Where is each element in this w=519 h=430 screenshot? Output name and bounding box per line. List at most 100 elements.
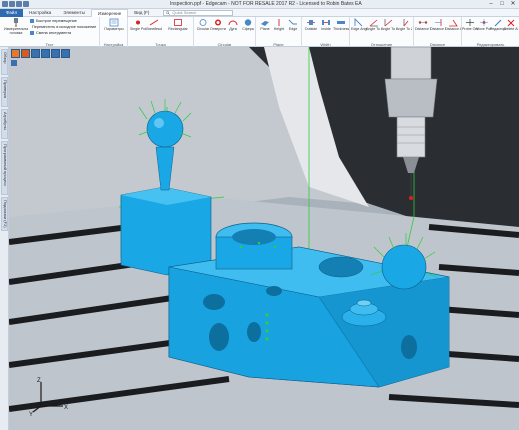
side-tab-program[interactable]: Программный процесс [1, 141, 8, 195]
quick-access-toolbar [2, 1, 29, 7]
view-side-toolbar [11, 60, 17, 66]
arc-button[interactable]: Дуга [225, 18, 241, 40]
close-button[interactable]: ✕ [509, 1, 517, 7]
side-tab-check[interactable]: Проверка [1, 77, 8, 107]
rectangular-label: Rectangular [168, 27, 188, 31]
ribbon-group-circular: Circular Отверстие Дуга Сфера Circular [194, 17, 256, 47]
save-icon[interactable] [9, 1, 15, 7]
delete-all-label: Delete All [504, 27, 518, 31]
circular-icon [199, 19, 207, 26]
sphere-icon [244, 19, 252, 26]
side-panel-strip: Обзор Проверка Атрибуты Программный проц… [0, 47, 9, 430]
hole-button[interactable]: Отверстие [210, 18, 226, 40]
rapid-move-icon [30, 19, 34, 23]
maximize-button[interactable]: □ [498, 1, 506, 7]
angle-x-button[interactable]: Angle To X Axis [366, 18, 382, 40]
angle-z-label: Angle To Z Axis [396, 27, 412, 31]
view-iso-icon[interactable] [41, 49, 50, 58]
probe-head-button[interactable]: Измерительная головка [4, 18, 28, 40]
height-icon [278, 19, 280, 26]
distance-to-line-button[interactable]: Distance To Line [430, 18, 446, 40]
edge-angle-icon [354, 18, 363, 27]
hole-icon [215, 19, 221, 26]
single-point-button[interactable]: Single Point [130, 18, 146, 40]
distance-angle-button[interactable]: Distance Angle [445, 18, 461, 40]
zoom-icon[interactable] [51, 49, 60, 58]
inside-button[interactable]: Inside [318, 18, 334, 40]
quick-search-input[interactable]: Quick Search [163, 9, 234, 16]
ribbon-group-setup: Параметры Настройка [100, 17, 128, 47]
layer-icon[interactable] [11, 60, 17, 66]
probe-orientation-icon [466, 19, 474, 26]
move-point-icon [480, 19, 488, 26]
edge-label: Edge [288, 27, 298, 31]
angle-y-button[interactable]: Angle To Y Axis [381, 18, 397, 40]
ribbon: Измерительная головка Быстрое перемещени… [0, 17, 519, 47]
z-axis-label: Z [37, 378, 41, 384]
side-tab-attributes[interactable]: Атрибуты [1, 109, 8, 139]
tab-features[interactable]: Элементы [57, 9, 91, 17]
parameters-button[interactable]: Параметры [104, 18, 124, 40]
tab-setup[interactable]: Настройка [23, 9, 57, 17]
graphics-viewport[interactable]: Z X Y [9, 47, 519, 430]
linear-button[interactable]: Линейный [146, 18, 162, 40]
x-axis-label: X [64, 405, 68, 411]
tab-view[interactable]: Вид (F) [128, 9, 155, 17]
inside-icon [322, 20, 330, 25]
rectangular-button[interactable]: Rectangular [164, 18, 192, 40]
tool-change-button[interactable]: Смена инструмента [30, 30, 92, 36]
edge-angle-label: Edge Angle [351, 27, 367, 31]
sphere-button[interactable]: Сфера [240, 18, 256, 40]
search-placeholder: Quick Search [172, 10, 197, 15]
circular-button[interactable]: Circular [195, 18, 211, 40]
arc-icon [228, 20, 238, 26]
side-tab-check-label: Проверка [3, 80, 8, 98]
ribbon-group-plane: Plane Height Edge Plane [256, 17, 302, 47]
app-menu-icon[interactable] [2, 1, 8, 7]
outside-icon [307, 20, 315, 25]
distance-line-icon [435, 19, 442, 26]
single-point-label: Single Point [130, 27, 146, 31]
edge-angle-button[interactable]: Edge Angle [351, 18, 367, 40]
angle-x-label: Angle To X Axis [366, 27, 382, 31]
tab-file[interactable]: Файл [0, 8, 24, 17]
rapid-move-label: Быстрое перемещение [36, 19, 77, 23]
view-toolbar [11, 49, 70, 58]
distance-to-point-button[interactable]: Distance To Point [415, 18, 431, 40]
ribbon-group-width: Outside Inside Thickness Width [302, 17, 350, 47]
minimize-button[interactable]: – [487, 1, 495, 7]
ribbon-group-edit: Probe Orientation Move Point Редактирова… [462, 17, 519, 47]
pan-icon[interactable] [61, 49, 70, 58]
undo-icon[interactable] [16, 1, 22, 7]
view-front-icon[interactable] [31, 49, 40, 58]
delete-all-button[interactable]: Delete All [504, 18, 518, 40]
inside-label: Inside [321, 27, 331, 31]
outside-button[interactable]: Outside [303, 18, 319, 40]
angle-z-button[interactable]: Angle To Z Axis [396, 18, 412, 40]
ribbon-group-test: Измерительная головка Быстрое перемещени… [0, 17, 100, 47]
distance-to-point-label: Distance To Point [415, 27, 431, 31]
thickness-button[interactable]: Thickness [333, 18, 349, 40]
shaded-view-icon[interactable] [21, 49, 30, 58]
ribbon-group-point: Single Point Линейный Rectangular Точка [128, 17, 194, 47]
tool-change-icon [30, 31, 34, 35]
side-tab-browser-label: Обзор [3, 52, 8, 64]
delete-all-icon [507, 19, 515, 27]
redo-icon[interactable] [23, 1, 29, 7]
tool-change-label: Смена инструмента [36, 31, 72, 35]
tab-inspection[interactable]: Измерение [90, 8, 129, 17]
distance-point-icon [418, 21, 428, 24]
ribbon-tabs: Файл Настройка Элементы Измерение Вид (F… [0, 8, 519, 17]
distance-angle-icon [449, 19, 458, 27]
side-tab-program-label: Программный процесс [3, 144, 8, 187]
side-tab-browser[interactable]: Обзор [1, 49, 8, 75]
side-tab-hints[interactable]: Подсказки (F2) [1, 197, 8, 231]
wireframe-view-icon[interactable] [11, 49, 20, 58]
ribbon-group-relation: Edge Angle Angle To X Axis Angle To Y Ax… [350, 17, 414, 47]
single-point-icon [136, 20, 140, 25]
axis-triad: Z X Y [29, 378, 68, 416]
edge-button[interactable]: Edge [285, 18, 301, 40]
rectangular-icon [174, 19, 182, 26]
thickness-icon [337, 21, 345, 24]
angle-y-label: Angle To Y Axis [381, 27, 397, 31]
